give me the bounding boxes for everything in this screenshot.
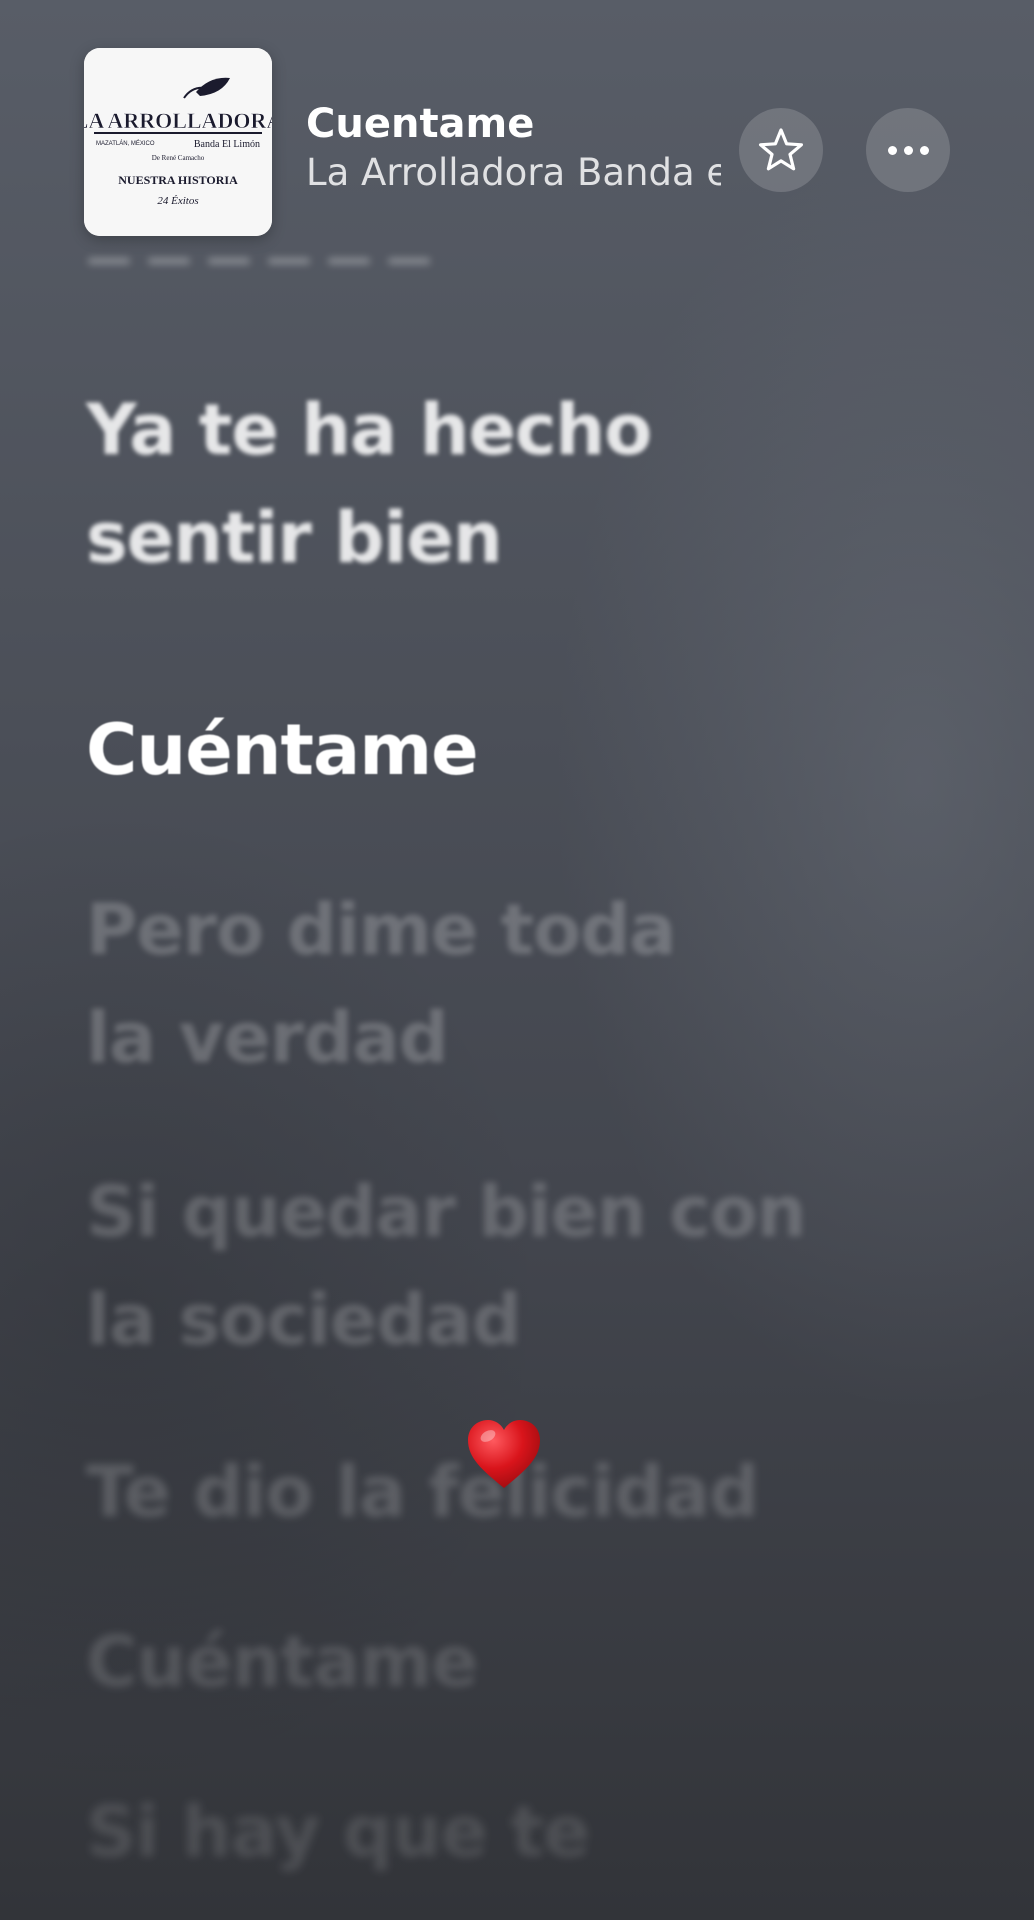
artwork-subtitle-left: MAZATLÁN, MÉXICO bbox=[96, 140, 155, 147]
track-info[interactable]: Cuentame La Arrolladora Banda el Limón bbox=[306, 100, 721, 196]
track-title: Cuentame bbox=[306, 101, 535, 147]
album-artwork[interactable]: LA ARROLLADORA MAZATLÁN, MÉXICO Banda El… bbox=[84, 48, 272, 236]
favorite-button[interactable] bbox=[739, 108, 823, 192]
lyric-line-current[interactable]: Cuéntame bbox=[86, 696, 479, 804]
lyric-text: Cuéntame bbox=[86, 709, 479, 791]
track-artist: La Arrolladora Banda el Limón bbox=[306, 151, 721, 194]
lyric-line-upcoming[interactable]: Pero dime toda la verdad bbox=[86, 876, 677, 1092]
ellipsis-icon bbox=[887, 145, 929, 155]
lyric-text: sentir bien bbox=[86, 497, 503, 579]
artwork-subtitle-right: Banda El Limón bbox=[194, 139, 260, 150]
heart-icon bbox=[468, 1420, 540, 1488]
lyric-line-upcoming[interactable]: Si quedar bien con la sociedad bbox=[86, 1158, 807, 1374]
lyric-text: Cuéntame bbox=[86, 1621, 479, 1703]
now-playing-header: LA ARROLLADORA MAZATLÁN, MÉXICO Banda El… bbox=[0, 0, 1034, 260]
lyric-text: Si hay que te bbox=[86, 1791, 590, 1873]
artwork-band-name: LA ARROLLADORA bbox=[84, 108, 272, 133]
lyric-text: la verdad bbox=[86, 997, 449, 1079]
album-cover-image: LA ARROLLADORA MAZATLÁN, MÉXICO Banda El… bbox=[84, 48, 272, 236]
lyric-text: Si quedar bien con bbox=[86, 1171, 807, 1253]
lyric-text: Pero dime toda bbox=[86, 889, 677, 971]
lyric-line-upcoming[interactable]: Si hay que te bbox=[86, 1778, 590, 1886]
star-icon bbox=[759, 128, 803, 171]
lyric-line-previous[interactable]: Ya te ha hecho sentir bien bbox=[86, 376, 652, 592]
artwork-tagline: De René Camacho bbox=[152, 154, 205, 162]
artwork-album-title: NUESTRA HISTORIA bbox=[118, 173, 238, 187]
more-options-button[interactable] bbox=[866, 108, 950, 192]
lyric-line-previous-faded[interactable]: — — — — — — bbox=[86, 228, 431, 268]
lyric-line-upcoming[interactable]: Cuéntame bbox=[86, 1608, 479, 1716]
lyric-text: Ya te ha hecho bbox=[86, 389, 652, 471]
lyric-text: Te dio la felicidad bbox=[86, 1451, 759, 1533]
lyric-line-upcoming[interactable]: Te dio la felicidad bbox=[86, 1438, 759, 1546]
lyric-text: la sociedad bbox=[86, 1279, 522, 1361]
artwork-extra: 24 Éxitos bbox=[157, 195, 198, 207]
